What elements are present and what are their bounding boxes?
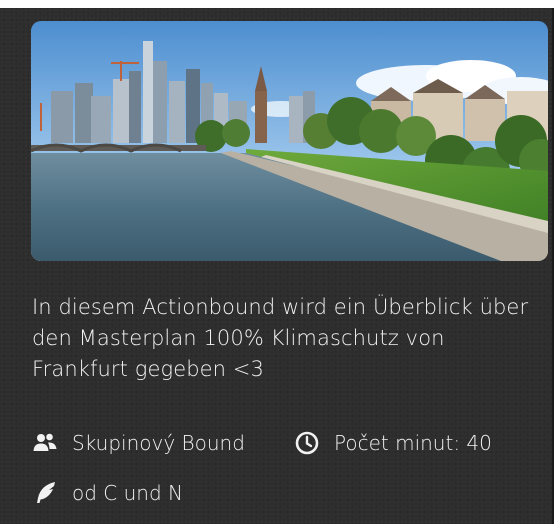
frankfurt-skyline-photo: [31, 21, 548, 261]
bound-meta-row-2: od C und N: [32, 478, 183, 508]
bound-meta-row-1: Skupinový Bound Počet minut: 40: [32, 428, 492, 458]
bound-cover-image: [31, 21, 548, 261]
bound-type: Skupinový Bound: [32, 430, 294, 456]
bound-author-label: od C und N: [72, 481, 183, 505]
group-users-icon: [32, 430, 58, 456]
bound-author: od C und N: [32, 480, 183, 506]
feather-quill-icon: [32, 480, 58, 506]
bound-type-label: Skupinový Bound: [72, 431, 245, 455]
bound-card: In diesem Actionbound wird ein Überblick…: [0, 8, 554, 524]
bound-duration-label: Počet minut: 40: [334, 431, 492, 455]
clock-icon: [294, 430, 320, 456]
bound-duration: Počet minut: 40: [294, 430, 492, 456]
bound-description: In diesem Actionbound wird ein Überblick…: [32, 295, 529, 381]
